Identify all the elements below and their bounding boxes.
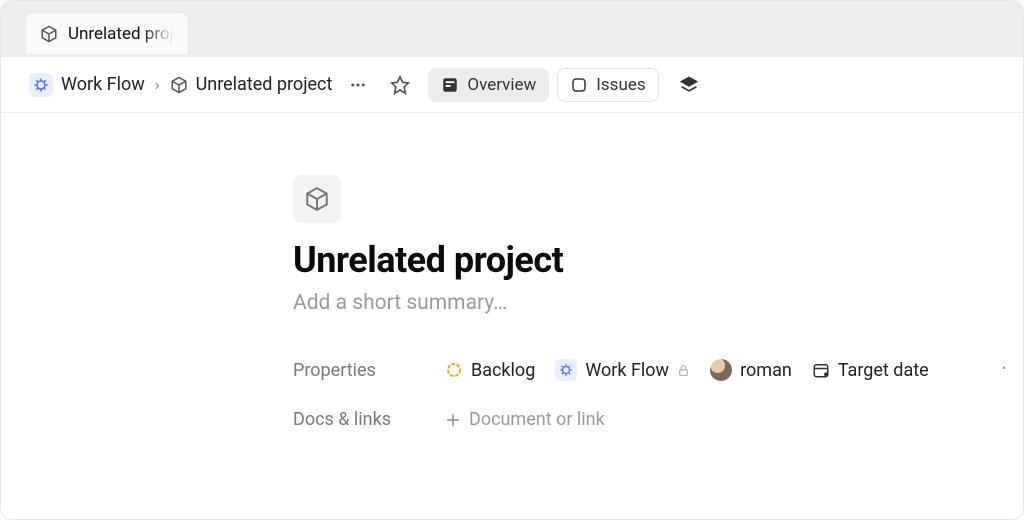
- calendar-icon: [812, 361, 830, 379]
- star-icon[interactable]: [386, 71, 414, 99]
- lead-chip[interactable]: roman: [710, 359, 792, 381]
- breadcrumb: Work Flow › Unrelated project: [29, 73, 332, 97]
- tab-issues[interactable]: Issues: [557, 68, 658, 102]
- add-document-button[interactable]: Document or link: [445, 409, 605, 430]
- tab-label: Unrelated proj: [68, 24, 174, 44]
- add-document-text: Document or link: [469, 409, 605, 430]
- status-chip[interactable]: Backlog: [445, 360, 535, 381]
- target-date-chip[interactable]: Target date: [812, 360, 929, 381]
- main-content: Unrelated project Add a short summary… P…: [1, 113, 1023, 519]
- gear-icon: [29, 73, 53, 97]
- status-text: Backlog: [471, 360, 535, 381]
- issues-icon: [570, 76, 588, 94]
- summary-input[interactable]: Add a short summary…: [293, 291, 1023, 315]
- plus-icon: [445, 412, 461, 428]
- backlog-icon: [445, 361, 463, 379]
- layers-icon[interactable]: [675, 71, 703, 99]
- docs-row: Docs & links Document or link: [293, 409, 1023, 430]
- gear-icon: [555, 359, 577, 381]
- project-icon-large[interactable]: [293, 175, 341, 223]
- overview-label: Overview: [467, 75, 536, 95]
- issues-label: Issues: [596, 75, 645, 95]
- tab-overview[interactable]: Overview: [428, 68, 549, 102]
- chevron-right-icon: ›: [153, 75, 162, 94]
- target-date-text: Target date: [838, 360, 929, 381]
- breadcrumb-project[interactable]: Unrelated project: [196, 74, 333, 95]
- cube-icon: [170, 76, 188, 94]
- team-text: Work Flow: [585, 360, 669, 381]
- lock-icon: [677, 364, 690, 377]
- cube-icon: [40, 25, 58, 43]
- lead-text: roman: [740, 360, 792, 381]
- avatar: [710, 359, 732, 381]
- breadcrumb-workspace[interactable]: Work Flow: [61, 74, 145, 95]
- tabstrip: Unrelated proj: [1, 1, 1023, 57]
- overview-icon: [441, 76, 459, 94]
- project-title[interactable]: Unrelated project: [293, 239, 1023, 281]
- more-icon[interactable]: [344, 71, 372, 99]
- browser-tab[interactable]: Unrelated proj: [25, 12, 189, 54]
- toolbar: Work Flow › Unrelated project Overview I…: [1, 57, 1023, 113]
- docs-label: Docs & links: [293, 409, 425, 430]
- properties-row: Properties Backlog Work Flow roman: [293, 359, 1023, 381]
- team-chip[interactable]: Work Flow: [555, 359, 690, 381]
- properties-label: Properties: [293, 360, 425, 381]
